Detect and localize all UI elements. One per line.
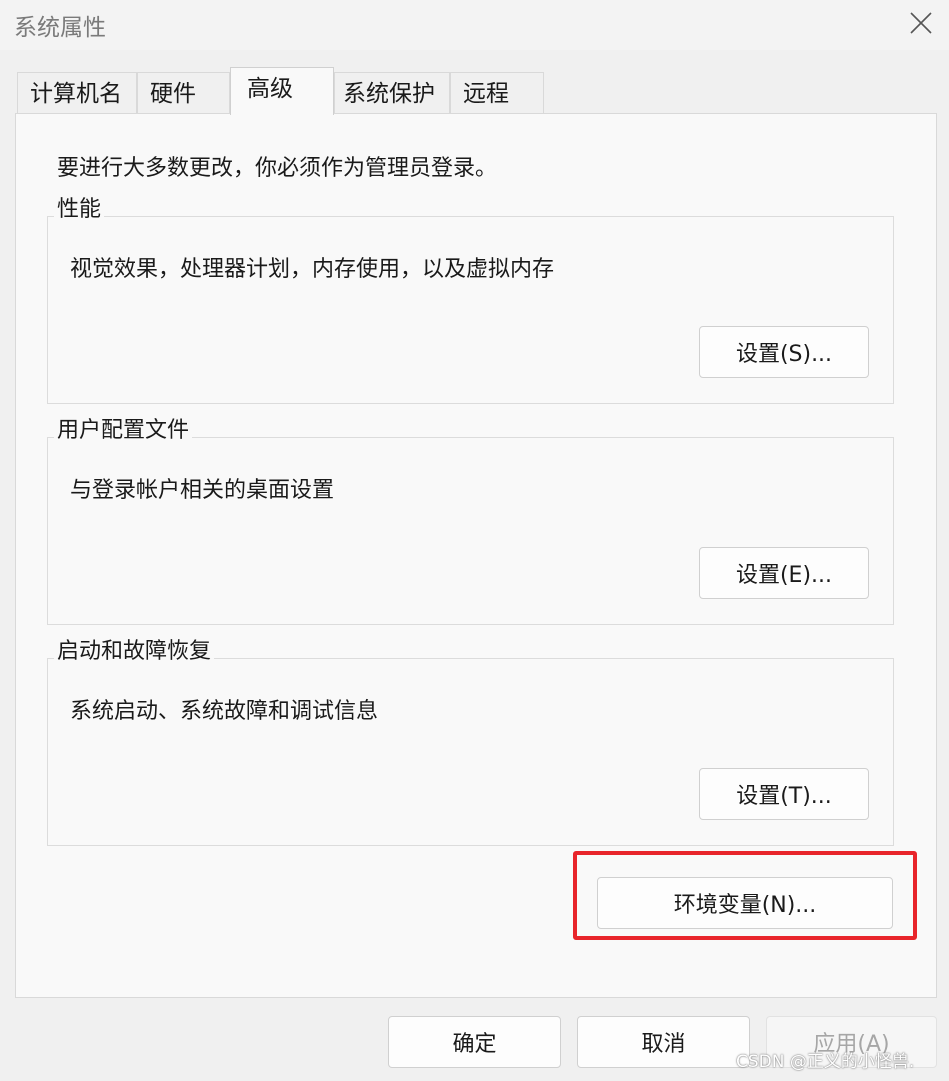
startup-recovery-settings-button[interactable]: 设置(T)... [699,768,869,820]
tab-system-protection[interactable]: 系统保护 [334,72,450,114]
performance-settings-button[interactable]: 设置(S)... [699,326,869,378]
cancel-button[interactable]: 取消 [577,1016,750,1068]
user-profiles-group: 用户配置文件 与登录帐户相关的桌面设置 设置(E)... [47,416,894,625]
startup-recovery-title: 启动和故障恢复 [54,637,215,667]
close-icon [910,12,932,34]
tab-hardware[interactable]: 硬件 [137,72,230,114]
close-button[interactable] [898,0,944,46]
user-profiles-settings-button[interactable]: 设置(E)... [699,547,869,599]
performance-group: 性能 视觉效果，处理器计划，内存使用，以及虚拟内存 设置(S)... [47,195,894,404]
startup-recovery-group: 启动和故障恢复 系统启动、系统故障和调试信息 设置(T)... [47,637,894,846]
highlight-box [573,851,917,940]
startup-recovery-description: 系统启动、系统故障和调试信息 [70,699,379,724]
performance-title: 性能 [54,195,105,225]
performance-description: 视觉效果，处理器计划，内存使用，以及虚拟内存 [70,257,555,282]
user-profiles-description: 与登录帐户相关的桌面设置 [70,478,335,503]
tab-advanced[interactable]: 高级 [230,67,334,115]
tab-computer-name[interactable]: 计算机名 [17,72,137,114]
ok-button[interactable]: 确定 [388,1016,561,1068]
admin-notice: 要进行大多数更改，你必须作为管理员登录。 [57,156,498,181]
window-title: 系统属性 [14,15,106,41]
tab-remote[interactable]: 远程 [450,72,544,114]
watermark: CSDN @正义的小怪兽. [736,1052,915,1072]
user-profiles-title: 用户配置文件 [54,416,193,446]
title-bar: 系统属性 [0,0,949,50]
